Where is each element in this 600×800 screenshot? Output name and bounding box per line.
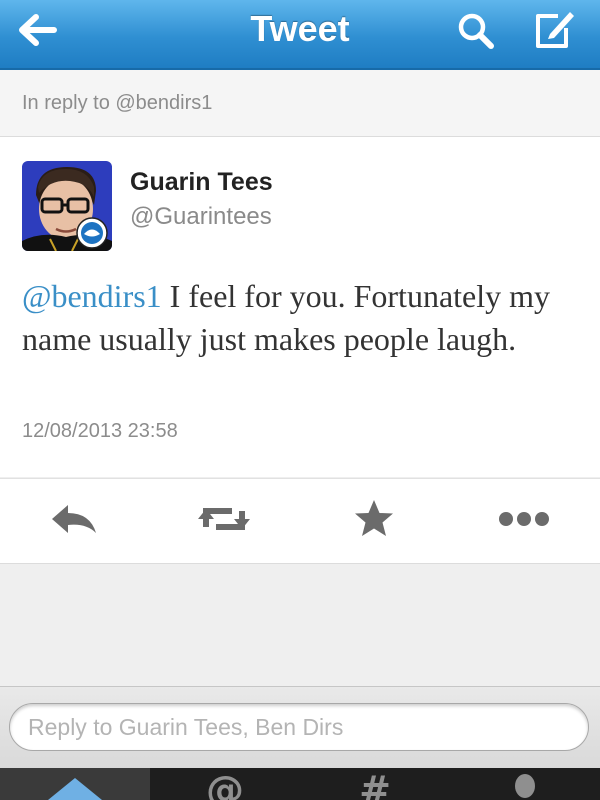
navigation-bar: Tweet [0,0,600,70]
home-icon [48,778,102,800]
tweet-actions [0,478,600,564]
hashtag-icon: # [359,768,391,800]
author-handle[interactable]: @Guarintees [130,203,272,231]
search-icon[interactable] [452,8,500,52]
reply-input[interactable] [9,703,589,751]
tweet-detail: Guarin Tees @Guarintees @bendirs1 I feel… [0,137,600,477]
favorite-star-icon[interactable] [344,497,404,541]
more-dots-icon[interactable] [494,497,554,541]
page-title: Tweet [250,8,350,49]
reply-bar [0,686,600,769]
reply-icon[interactable] [44,497,104,541]
tweet-text: @bendirs1 I feel for you. Fortunately my… [22,275,582,361]
compose-icon[interactable] [530,8,578,52]
at-icon: @ [206,768,244,800]
tab-bar: @ # [0,768,600,800]
person-icon [515,774,535,798]
tab-me[interactable] [450,768,600,800]
retweet-icon[interactable] [194,497,254,541]
tab-connect[interactable]: @ [150,768,300,800]
author-name[interactable]: Guarin Tees [130,168,273,197]
avatar[interactable] [22,161,112,251]
mention-link[interactable]: @bendirs1 [22,278,162,314]
in-reply-to-label: In reply to @bendirs1 [22,92,213,114]
tweet-timestamp: 12/08/2013 23:58 [22,420,178,442]
tab-home[interactable] [0,768,150,800]
tab-discover[interactable]: # [300,768,450,800]
in-reply-to-bar[interactable]: In reply to @bendirs1 [0,70,600,137]
